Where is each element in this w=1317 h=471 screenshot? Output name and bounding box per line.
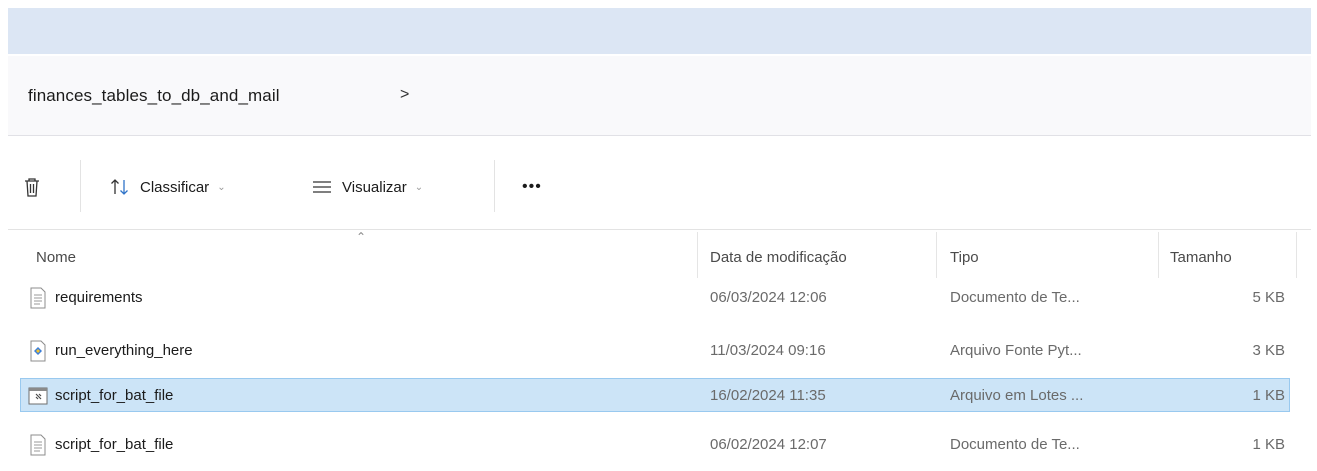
breadcrumb-folder[interactable]: finances_tables_to_db_and_mail <box>28 86 280 106</box>
file-modified: 06/02/2024 12:07 <box>710 436 827 453</box>
batch-file-icon <box>28 387 48 405</box>
file-modified: 16/02/2024 11:35 <box>710 387 826 404</box>
column-header-size[interactable]: Tamanho <box>1170 249 1232 266</box>
file-row[interactable]: script_for_bat_file 06/02/2024 12:07 Doc… <box>20 427 1290 461</box>
toolbar-divider <box>494 160 495 212</box>
toolbar-divider <box>80 160 81 212</box>
file-type: Documento de Te... <box>950 436 1080 453</box>
chevron-down-icon: ⌄ <box>217 181 226 193</box>
file-size: 1 KB <box>1252 436 1285 453</box>
breadcrumb-chevron-icon[interactable]: > <box>400 86 409 104</box>
file-type: Arquivo em Lotes ... <box>950 387 1084 404</box>
column-divider[interactable] <box>936 232 937 278</box>
sort-button-label: Classificar <box>140 178 210 196</box>
file-type: Arquivo Fonte Pyt... <box>950 342 1082 359</box>
column-header-modified[interactable]: Data de modificação <box>710 249 847 266</box>
view-lines-icon <box>313 181 331 193</box>
sort-indicator-icon: ⌃ <box>356 230 367 244</box>
file-size: 5 KB <box>1252 289 1285 306</box>
chevron-down-icon: ⌄ <box>414 181 424 193</box>
sort-arrows-icon <box>111 179 128 195</box>
view-button-label: Visualizar <box>342 178 407 196</box>
file-name: run_everything_here <box>55 342 193 359</box>
more-options-icon: ••• <box>522 178 542 195</box>
python-file-icon <box>30 340 46 362</box>
view-button[interactable]: Visualizar ⌄ <box>312 172 423 202</box>
file-size: 3 KB <box>1252 342 1285 359</box>
address-bar[interactable]: finances_tables_to_db_and_mail > <box>8 56 1311 136</box>
file-name: requirements <box>55 289 143 306</box>
file-modified: 06/03/2024 12:06 <box>710 289 827 306</box>
column-divider[interactable] <box>1296 232 1297 278</box>
column-header-row: ⌃ Nome Data de modificação Tipo Tamanho <box>8 230 1311 278</box>
delete-button[interactable] <box>22 172 42 202</box>
file-size: 1 KB <box>1252 387 1285 404</box>
file-row[interactable]: run_everything_here 11/03/2024 09:16 Arq… <box>20 333 1290 367</box>
column-divider[interactable] <box>697 232 698 278</box>
file-modified: 11/03/2024 09:16 <box>710 342 826 359</box>
more-options-button[interactable]: ••• <box>522 172 542 202</box>
column-header-name[interactable]: Nome <box>36 249 76 266</box>
file-row[interactable]: script_for_bat_file 16/02/2024 11:35 Arq… <box>20 378 1290 412</box>
column-header-type[interactable]: Tipo <box>950 249 979 266</box>
file-name: script_for_bat_file <box>55 436 174 453</box>
text-file-icon <box>30 434 46 456</box>
file-type: Documento de Te... <box>950 289 1080 306</box>
file-name: script_for_bat_file <box>55 387 174 404</box>
sort-button[interactable]: Classificar ⌄ <box>110 172 226 202</box>
column-divider[interactable] <box>1158 232 1159 278</box>
file-row[interactable]: requirements 06/03/2024 12:06 Documento … <box>20 280 1290 314</box>
trash-icon <box>25 178 39 197</box>
window-title-strip <box>8 8 1311 54</box>
text-file-icon <box>30 287 46 309</box>
command-bar: Classificar ⌄ Visualizar ⌄ ••• <box>8 140 1311 230</box>
